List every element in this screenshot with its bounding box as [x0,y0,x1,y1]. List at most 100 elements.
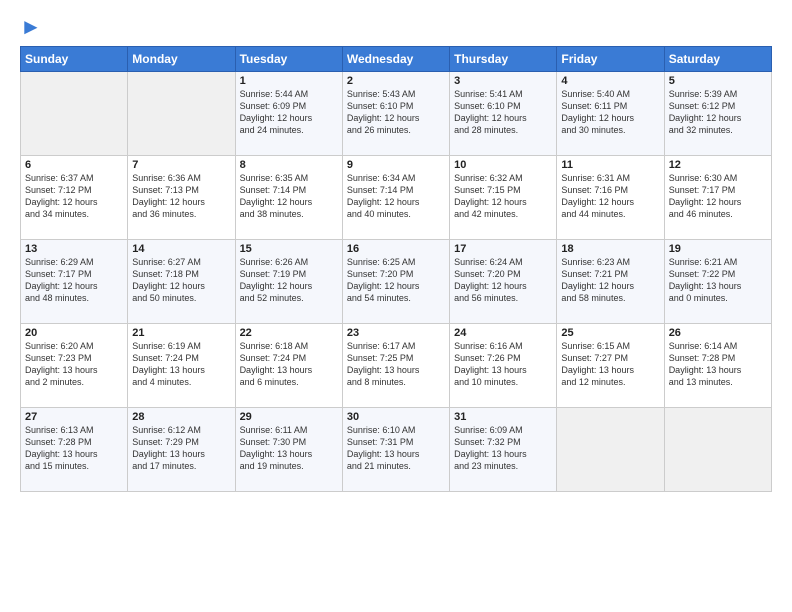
day-number: 17 [454,243,552,255]
day-content: Sunrise: 6:21 AM Sunset: 7:22 PM Dayligh… [669,256,767,305]
day-content: Sunrise: 6:11 AM Sunset: 7:30 PM Dayligh… [240,424,338,473]
calendar-cell: 8Sunrise: 6:35 AM Sunset: 7:14 PM Daylig… [235,156,342,240]
day-number: 18 [561,243,659,255]
day-content: Sunrise: 6:35 AM Sunset: 7:14 PM Dayligh… [240,172,338,221]
day-number: 5 [669,75,767,87]
calendar-cell: 5Sunrise: 5:39 AM Sunset: 6:12 PM Daylig… [664,72,771,156]
calendar-week-row: 1Sunrise: 5:44 AM Sunset: 6:09 PM Daylig… [21,72,772,156]
day-number: 19 [669,243,767,255]
day-number: 25 [561,327,659,339]
day-number: 30 [347,411,445,423]
day-number: 1 [240,75,338,87]
calendar-cell: 13Sunrise: 6:29 AM Sunset: 7:17 PM Dayli… [21,240,128,324]
calendar-cell [128,72,235,156]
day-number: 14 [132,243,230,255]
calendar-week-row: 13Sunrise: 6:29 AM Sunset: 7:17 PM Dayli… [21,240,772,324]
day-content: Sunrise: 6:19 AM Sunset: 7:24 PM Dayligh… [132,340,230,389]
day-number: 22 [240,327,338,339]
day-content: Sunrise: 6:27 AM Sunset: 7:18 PM Dayligh… [132,256,230,305]
calendar-body: 1Sunrise: 5:44 AM Sunset: 6:09 PM Daylig… [21,72,772,492]
day-number: 23 [347,327,445,339]
day-content: Sunrise: 5:44 AM Sunset: 6:09 PM Dayligh… [240,88,338,137]
page-header: ► [20,16,772,38]
day-number: 8 [240,159,338,171]
calendar-cell [664,408,771,492]
day-content: Sunrise: 6:30 AM Sunset: 7:17 PM Dayligh… [669,172,767,221]
day-content: Sunrise: 6:20 AM Sunset: 7:23 PM Dayligh… [25,340,123,389]
calendar-cell: 20Sunrise: 6:20 AM Sunset: 7:23 PM Dayli… [21,324,128,408]
day-content: Sunrise: 6:24 AM Sunset: 7:20 PM Dayligh… [454,256,552,305]
day-content: Sunrise: 6:29 AM Sunset: 7:17 PM Dayligh… [25,256,123,305]
calendar-header-row: SundayMondayTuesdayWednesdayThursdayFrid… [21,47,772,72]
day-content: Sunrise: 6:12 AM Sunset: 7:29 PM Dayligh… [132,424,230,473]
calendar-cell: 15Sunrise: 6:26 AM Sunset: 7:19 PM Dayli… [235,240,342,324]
calendar-cell: 14Sunrise: 6:27 AM Sunset: 7:18 PM Dayli… [128,240,235,324]
day-content: Sunrise: 6:23 AM Sunset: 7:21 PM Dayligh… [561,256,659,305]
day-content: Sunrise: 6:25 AM Sunset: 7:20 PM Dayligh… [347,256,445,305]
calendar-cell: 7Sunrise: 6:36 AM Sunset: 7:13 PM Daylig… [128,156,235,240]
calendar-cell: 26Sunrise: 6:14 AM Sunset: 7:28 PM Dayli… [664,324,771,408]
calendar-cell [557,408,664,492]
day-content: Sunrise: 5:43 AM Sunset: 6:10 PM Dayligh… [347,88,445,137]
day-number: 2 [347,75,445,87]
calendar-day-header: Monday [128,47,235,72]
calendar-cell: 9Sunrise: 6:34 AM Sunset: 7:14 PM Daylig… [342,156,449,240]
calendar-week-row: 6Sunrise: 6:37 AM Sunset: 7:12 PM Daylig… [21,156,772,240]
day-content: Sunrise: 6:37 AM Sunset: 7:12 PM Dayligh… [25,172,123,221]
day-number: 31 [454,411,552,423]
day-number: 3 [454,75,552,87]
day-content: Sunrise: 6:32 AM Sunset: 7:15 PM Dayligh… [454,172,552,221]
calendar-cell: 6Sunrise: 6:37 AM Sunset: 7:12 PM Daylig… [21,156,128,240]
calendar-table: SundayMondayTuesdayWednesdayThursdayFrid… [20,46,772,492]
calendar-cell: 22Sunrise: 6:18 AM Sunset: 7:24 PM Dayli… [235,324,342,408]
calendar-cell: 10Sunrise: 6:32 AM Sunset: 7:15 PM Dayli… [450,156,557,240]
calendar-cell: 12Sunrise: 6:30 AM Sunset: 7:17 PM Dayli… [664,156,771,240]
calendar-cell: 23Sunrise: 6:17 AM Sunset: 7:25 PM Dayli… [342,324,449,408]
day-number: 13 [25,243,123,255]
day-number: 26 [669,327,767,339]
day-content: Sunrise: 5:40 AM Sunset: 6:11 PM Dayligh… [561,88,659,137]
calendar-cell: 19Sunrise: 6:21 AM Sunset: 7:22 PM Dayli… [664,240,771,324]
day-number: 29 [240,411,338,423]
day-content: Sunrise: 6:36 AM Sunset: 7:13 PM Dayligh… [132,172,230,221]
day-number: 20 [25,327,123,339]
day-number: 24 [454,327,552,339]
calendar-day-header: Sunday [21,47,128,72]
calendar-cell: 21Sunrise: 6:19 AM Sunset: 7:24 PM Dayli… [128,324,235,408]
calendar-week-row: 27Sunrise: 6:13 AM Sunset: 7:28 PM Dayli… [21,408,772,492]
calendar-cell: 18Sunrise: 6:23 AM Sunset: 7:21 PM Dayli… [557,240,664,324]
day-content: Sunrise: 6:34 AM Sunset: 7:14 PM Dayligh… [347,172,445,221]
day-number: 12 [669,159,767,171]
day-content: Sunrise: 6:15 AM Sunset: 7:27 PM Dayligh… [561,340,659,389]
calendar-day-header: Friday [557,47,664,72]
day-content: Sunrise: 5:41 AM Sunset: 6:10 PM Dayligh… [454,88,552,137]
calendar-cell: 16Sunrise: 6:25 AM Sunset: 7:20 PM Dayli… [342,240,449,324]
calendar-day-header: Thursday [450,47,557,72]
calendar-cell: 1Sunrise: 5:44 AM Sunset: 6:09 PM Daylig… [235,72,342,156]
day-content: Sunrise: 6:16 AM Sunset: 7:26 PM Dayligh… [454,340,552,389]
calendar-cell: 2Sunrise: 5:43 AM Sunset: 6:10 PM Daylig… [342,72,449,156]
day-number: 4 [561,75,659,87]
calendar-cell: 30Sunrise: 6:10 AM Sunset: 7:31 PM Dayli… [342,408,449,492]
day-number: 6 [25,159,123,171]
day-content: Sunrise: 6:26 AM Sunset: 7:19 PM Dayligh… [240,256,338,305]
calendar-day-header: Wednesday [342,47,449,72]
day-number: 15 [240,243,338,255]
calendar-cell: 27Sunrise: 6:13 AM Sunset: 7:28 PM Dayli… [21,408,128,492]
day-number: 28 [132,411,230,423]
calendar-cell: 24Sunrise: 6:16 AM Sunset: 7:26 PM Dayli… [450,324,557,408]
calendar-cell: 29Sunrise: 6:11 AM Sunset: 7:30 PM Dayli… [235,408,342,492]
day-content: Sunrise: 6:17 AM Sunset: 7:25 PM Dayligh… [347,340,445,389]
calendar-cell: 3Sunrise: 5:41 AM Sunset: 6:10 PM Daylig… [450,72,557,156]
calendar-cell: 28Sunrise: 6:12 AM Sunset: 7:29 PM Dayli… [128,408,235,492]
calendar-cell: 25Sunrise: 6:15 AM Sunset: 7:27 PM Dayli… [557,324,664,408]
logo-text: ► [20,16,42,38]
day-number: 16 [347,243,445,255]
day-content: Sunrise: 5:39 AM Sunset: 6:12 PM Dayligh… [669,88,767,137]
calendar-day-header: Saturday [664,47,771,72]
day-content: Sunrise: 6:31 AM Sunset: 7:16 PM Dayligh… [561,172,659,221]
day-content: Sunrise: 6:09 AM Sunset: 7:32 PM Dayligh… [454,424,552,473]
day-number: 21 [132,327,230,339]
calendar-week-row: 20Sunrise: 6:20 AM Sunset: 7:23 PM Dayli… [21,324,772,408]
day-number: 27 [25,411,123,423]
